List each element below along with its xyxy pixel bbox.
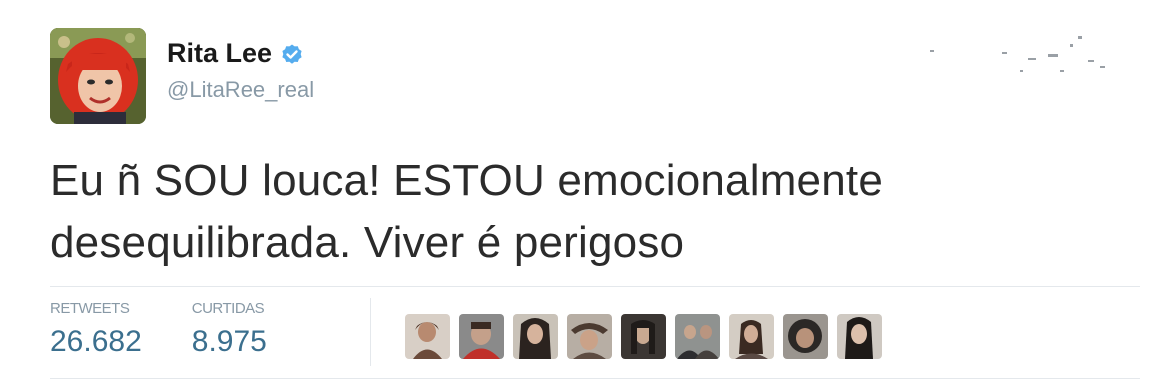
tweet-card: Rita Lee @LitaRee_real Eu ñ SOU louca! E… xyxy=(0,0,1170,389)
liker-avatar[interactable] xyxy=(729,314,774,359)
liker-avatars xyxy=(405,314,882,359)
liker-avatar[interactable] xyxy=(621,314,666,359)
tweet-text-line-1: Eu ñ SOU louca! ESTOU emocionalmente xyxy=(50,156,883,205)
liker-avatar[interactable] xyxy=(783,314,828,359)
liker-avatar[interactable] xyxy=(567,314,612,359)
tweet-text: Eu ñ SOU louca! ESTOU emocionalmente des… xyxy=(50,150,1130,274)
display-name-row[interactable]: Rita Lee xyxy=(167,36,314,70)
divider-bottom xyxy=(50,378,1140,379)
user-handle[interactable]: @LitaRee_real xyxy=(167,76,314,104)
liker-avatar[interactable] xyxy=(675,314,720,359)
liker-avatar[interactable] xyxy=(513,314,558,359)
avatar-image xyxy=(50,28,146,124)
user-info: Rita Lee @LitaRee_real xyxy=(167,36,314,104)
retweets-count[interactable]: 26.682 xyxy=(50,322,142,362)
liker-avatar[interactable] xyxy=(459,314,504,359)
liker-avatar[interactable] xyxy=(405,314,450,359)
scan-noise xyxy=(930,36,1105,72)
display-name[interactable]: Rita Lee xyxy=(167,36,272,70)
divider-top xyxy=(50,286,1140,287)
retweets-stat[interactable]: RETWEETS 26.682 xyxy=(50,300,142,362)
verified-badge-icon xyxy=(280,41,304,65)
tweet-text-line-2: desequilibrada. Viver é perigoso xyxy=(50,218,685,267)
tweet-stats: RETWEETS 26.682 CURTIDAS 8.975 xyxy=(50,300,267,362)
likes-label: CURTIDAS xyxy=(191,300,265,317)
stats-separator xyxy=(370,298,371,366)
likes-stat[interactable]: CURTIDAS 8.975 xyxy=(192,300,267,362)
likes-count[interactable]: 8.975 xyxy=(192,322,267,362)
profile-avatar[interactable] xyxy=(50,28,146,124)
retweets-label: RETWEETS xyxy=(50,300,130,317)
liker-avatar[interactable] xyxy=(837,314,882,359)
